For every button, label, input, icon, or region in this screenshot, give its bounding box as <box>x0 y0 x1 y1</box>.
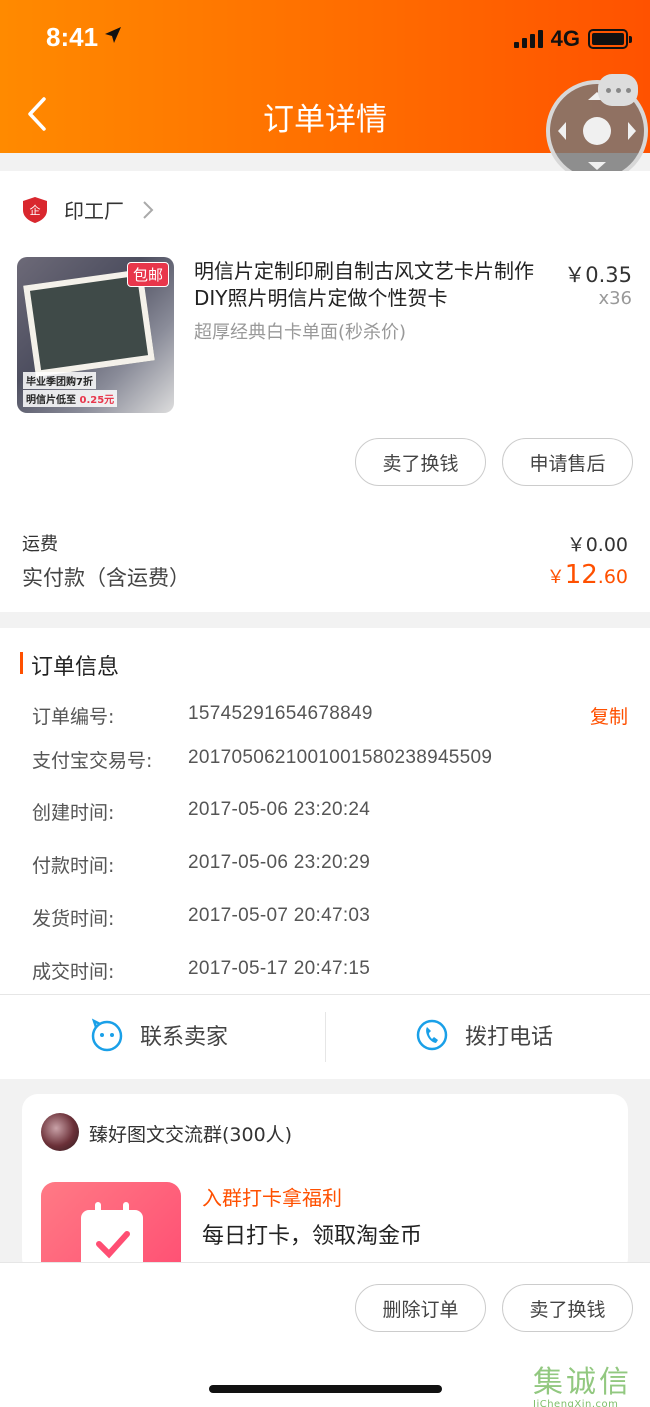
shipped-time-value: 2017-05-07 20:47:03 <box>188 905 371 926</box>
product-title[interactable]: 明信片定制印刷自制古风文艺卡片制作DIY照片明信片定做个性贺卡 <box>194 258 544 312</box>
group-name: 臻好图文交流群(300人) <box>89 1124 293 1146</box>
group-promo-image <box>41 1182 181 1274</box>
promo-line-1: 毕业季团购7折 <box>23 372 96 389</box>
location-arrow-icon <box>105 27 121 43</box>
product-quantity: x36 <box>598 288 632 309</box>
chat-face-icon <box>91 1018 123 1052</box>
sell-button[interactable]: 卖了换钱 <box>355 438 486 486</box>
group-promo-subtitle: 每日打卡，领取淘金币 <box>202 1224 423 1249</box>
section-accent-bar <box>20 652 23 674</box>
svg-text:企: 企 <box>30 203 41 217</box>
network-type: 4G <box>550 26 580 51</box>
paid-amount: ￥12.60 <box>546 560 628 590</box>
alipay-trade-label: 支付宝交易号: <box>32 750 153 772</box>
paid-time-label: 付款时间: <box>32 855 115 877</box>
group-avatar <box>41 1113 79 1151</box>
order-number-value: 15745291654678849 <box>188 703 373 724</box>
promo-line-2: 明信片低至 0.25元 <box>23 390 118 407</box>
contact-seller-button[interactable]: 联系卖家 <box>90 1018 228 1052</box>
order-info-title: 订单信息 <box>31 655 120 680</box>
sell-button-bottom[interactable]: 卖了换钱 <box>502 1284 633 1332</box>
copy-button[interactable]: 复制 <box>590 702 628 729</box>
shop-logo-icon: 企 <box>23 196 47 223</box>
watermark-char: 诚 <box>566 1365 596 1400</box>
call-phone-label: 拨打电话 <box>465 1025 554 1050</box>
alipay-trade-value: 2017050621001001580238945509 <box>188 747 493 768</box>
shop-link[interactable]: 企 印工厂 <box>22 195 154 224</box>
divider <box>0 994 650 995</box>
more-icon[interactable] <box>598 74 638 106</box>
shop-name: 印工厂 <box>64 199 124 223</box>
call-phone-button[interactable]: 拨打电话 <box>415 1018 553 1052</box>
watermark-char: 集 <box>533 1365 563 1400</box>
product-price: ￥0.35 <box>564 263 632 287</box>
free-shipping-badge: 包邮 <box>126 262 169 287</box>
paid-label: 实付款（含运费） <box>22 566 190 590</box>
watermark: 集 诚 信 JiChengXin.com <box>533 1357 629 1407</box>
created-time-value: 2017-05-06 23:20:24 <box>188 799 371 820</box>
contact-seller-label: 联系卖家 <box>140 1025 229 1050</box>
after-sale-button[interactable]: 申请售后 <box>502 438 633 486</box>
home-indicator[interactable] <box>209 1385 442 1393</box>
chevron-right-icon <box>143 200 154 219</box>
group-promo-card[interactable]: 臻好图文交流群(300人) 入群打卡拿福利 每日打卡，领取淘金币 <box>22 1094 628 1274</box>
group-promo-title: 入群打卡拿福利 <box>202 1186 342 1210</box>
deal-time-value: 2017-05-17 20:47:15 <box>188 958 371 979</box>
watermark-char: 信 <box>599 1365 629 1400</box>
status-time: 8:41 <box>46 22 99 52</box>
order-number-label: 订单编号: <box>32 706 115 728</box>
battery-icon <box>588 29 632 49</box>
status-indicators: 4G <box>513 26 632 52</box>
signal-icon <box>513 30 543 48</box>
divider <box>325 1012 326 1062</box>
product-thumbnail[interactable]: 包邮 毕业季团购7折 明信片低至 0.25元 <box>17 257 174 413</box>
delete-order-button[interactable]: 删除订单 <box>355 1284 486 1332</box>
product-spec: 超厚经典白卡单面(秒杀价) <box>194 322 407 343</box>
phone-icon <box>416 1019 448 1051</box>
deal-time-label: 成交时间: <box>32 961 115 983</box>
created-time-label: 创建时间: <box>32 802 115 824</box>
shipping-label: 运费 <box>22 534 58 555</box>
paid-time-value: 2017-05-06 23:20:29 <box>188 852 371 873</box>
shipping-value: ￥0.00 <box>566 534 628 556</box>
shipped-time-label: 发货时间: <box>32 908 115 930</box>
